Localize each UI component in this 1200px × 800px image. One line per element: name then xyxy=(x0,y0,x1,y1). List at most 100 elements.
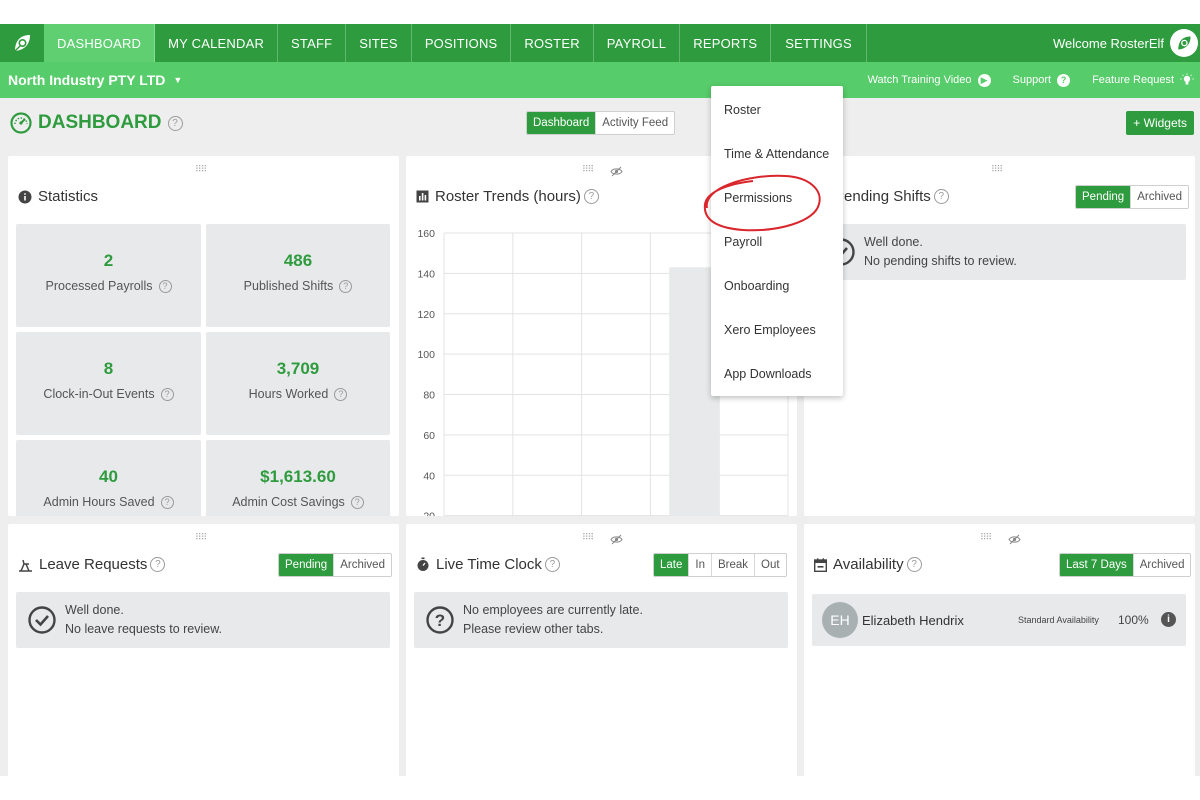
drag-handle-icon[interactable]: ⠿⠿ xyxy=(991,164,1003,175)
tab-activity-feed[interactable]: Activity Feed xyxy=(595,112,674,134)
add-widgets-button[interactable]: + Widgets xyxy=(1126,111,1194,135)
nav-positions[interactable]: POSITIONS xyxy=(412,24,512,62)
live-time-clock-title-text: Live Time Clock xyxy=(436,556,542,573)
tab-pending[interactable]: Pending xyxy=(279,554,334,576)
feature-request-label: Feature Request xyxy=(1092,74,1174,86)
company-selector[interactable]: North Industry PTY LTD ▼ xyxy=(8,62,182,98)
stat-label: Admin Hours Saved? xyxy=(16,495,201,509)
caret-down-icon: ▼ xyxy=(173,75,183,85)
sub-bar-links: Watch Training Video ▶ Support ? Feature… xyxy=(846,62,1194,98)
nav-staff[interactable]: STAFF xyxy=(278,24,347,62)
stat-card-published-shifts: 486 Published Shifts? xyxy=(206,224,390,327)
nav-payroll[interactable]: PAYROLL xyxy=(594,24,681,62)
drag-handle-icon[interactable]: ⠿⠿ xyxy=(195,532,207,543)
stat-value: 2 xyxy=(103,251,114,270)
tab-in[interactable]: In xyxy=(688,554,711,576)
message-text: Well done. No leave requests to review. xyxy=(65,601,222,639)
roster-trends-title-text: Roster Trends (hours) xyxy=(435,188,581,205)
help-icon[interactable]: ? xyxy=(158,279,172,293)
help-icon[interactable]: ? xyxy=(544,557,560,572)
statistics-title-text: Statistics xyxy=(38,188,99,205)
availability-title-text: Availability xyxy=(833,556,904,573)
lightbulb-icon xyxy=(1180,73,1194,87)
message-line-1: No employees are currently late. xyxy=(463,603,643,617)
settings-dropdown-menu: Roster Time & Attendance Permissions Pay… xyxy=(703,86,843,396)
stat-label-text: Published Shifts xyxy=(243,279,334,293)
nav-roster[interactable]: ROSTER xyxy=(511,24,594,62)
stat-label-text: Admin Cost Savings xyxy=(232,495,345,509)
tab-archived[interactable]: Archived xyxy=(1130,186,1188,208)
menu-item-app-downloads[interactable]: App Downloads xyxy=(724,367,812,381)
y-tick-label: 120 xyxy=(417,309,435,321)
help-icon[interactable]: ? xyxy=(906,557,922,572)
pending-shifts-message: Well done. No pending shifts to review. xyxy=(812,224,1186,280)
hide-eye-icon[interactable] xyxy=(610,164,623,182)
stat-value: $1,613.60 xyxy=(260,467,336,486)
hide-eye-icon[interactable] xyxy=(610,532,623,550)
menu-item-xero-employees[interactable]: Xero Employees xyxy=(724,323,816,337)
support-link[interactable]: Support ? xyxy=(1013,73,1071,87)
menu-item-time-attendance[interactable]: Time & Attendance xyxy=(724,147,829,161)
help-icon[interactable]: ? xyxy=(933,189,949,204)
app-window: DASHBOARD MY CALENDAR STAFF SITES POSITI… xyxy=(0,24,1200,776)
stat-value: 8 xyxy=(103,359,114,378)
nav-sites[interactable]: SITES xyxy=(346,24,412,62)
leave-requests-panel: ⠿⠿ Leave Requests ? Pending Archived Wel… xyxy=(8,524,399,776)
pending-shifts-title-text: Pending Shifts xyxy=(834,188,931,205)
leave-requests-tabs: Pending Archived xyxy=(278,553,392,577)
y-tick-label: 60 xyxy=(423,430,435,442)
hide-eye-icon[interactable] xyxy=(1008,532,1021,550)
nav-my-calendar[interactable]: MY CALENDAR xyxy=(155,24,279,62)
drag-handle-icon[interactable]: ⠿⠿ xyxy=(582,532,594,543)
message-text: No employees are currently late. Please … xyxy=(463,601,643,639)
time-clock-tabs: Late In Break Out xyxy=(653,553,787,577)
stat-card-clock-events: 8 Clock-in-Out Events? xyxy=(16,332,201,435)
help-icon[interactable]: ? xyxy=(160,495,174,509)
help-icon[interactable]: ? xyxy=(583,189,599,204)
logo-icon[interactable] xyxy=(0,24,44,62)
info-icon[interactable]: i xyxy=(1161,612,1176,627)
availability-row[interactable]: EH Elizabeth Hendrix Standard Availabili… xyxy=(812,594,1186,646)
menu-item-roster[interactable]: Roster xyxy=(724,103,761,117)
help-icon[interactable]: ? xyxy=(350,495,364,509)
tab-last-7-days[interactable]: Last 7 Days xyxy=(1060,554,1133,576)
help-icon[interactable]: ? xyxy=(334,387,348,401)
drag-handle-icon[interactable]: ⠿⠿ xyxy=(582,164,594,175)
tab-out[interactable]: Out xyxy=(754,554,786,576)
time-clock-message: ? No employees are currently late. Pleas… xyxy=(414,592,788,648)
nav-dashboard[interactable]: DASHBOARD xyxy=(44,24,156,62)
help-icon[interactable]: ? xyxy=(150,557,166,572)
stat-label-text: Processed Payrolls xyxy=(45,279,153,293)
statistics-panel: ⠿⠿ Statistics 2 Processed Payrolls? 486 … xyxy=(8,156,399,516)
tab-dashboard[interactable]: Dashboard xyxy=(527,112,596,134)
watch-training-video-link[interactable]: Watch Training Video ▶ xyxy=(868,73,991,87)
tab-archived[interactable]: Archived xyxy=(1132,554,1191,576)
nav-reports[interactable]: REPORTS xyxy=(680,24,772,62)
company-name: North Industry PTY LTD xyxy=(8,72,166,88)
nav-settings[interactable]: SETTINGS xyxy=(771,24,867,62)
play-icon: ▶ xyxy=(977,73,991,87)
y-tick-label: 140 xyxy=(417,268,435,280)
info-icon xyxy=(18,190,32,204)
tab-late[interactable]: Late xyxy=(654,554,689,576)
drag-handle-icon[interactable]: ⠿⠿ xyxy=(980,532,992,543)
message-line-2: No pending shifts to review. xyxy=(864,254,1017,268)
help-icon[interactable]: ? xyxy=(160,387,174,401)
menu-item-onboarding[interactable]: Onboarding xyxy=(724,279,789,293)
user-avatar-icon[interactable] xyxy=(1170,29,1198,57)
leave-requests-title-text: Leave Requests xyxy=(39,556,148,573)
tab-archived[interactable]: Archived xyxy=(333,554,391,576)
stat-label: Published Shifts? xyxy=(206,279,390,293)
employee-name: Elizabeth Hendrix xyxy=(862,613,964,628)
help-icon[interactable]: ? xyxy=(167,115,183,131)
message-line-1: Well done. xyxy=(65,603,124,617)
welcome-text[interactable]: Welcome RosterElf xyxy=(1053,24,1164,62)
tab-pending[interactable]: Pending xyxy=(1076,186,1131,208)
beach-chair-icon xyxy=(18,558,33,572)
drag-handle-icon[interactable]: ⠿⠿ xyxy=(195,164,207,175)
roster-trends-title: Roster Trends (hours) ? xyxy=(416,188,599,205)
message-line-2: Please review other tabs. xyxy=(463,622,604,636)
tab-break[interactable]: Break xyxy=(710,554,754,576)
help-icon[interactable]: ? xyxy=(339,279,353,293)
feature-request-link[interactable]: Feature Request xyxy=(1092,73,1194,87)
